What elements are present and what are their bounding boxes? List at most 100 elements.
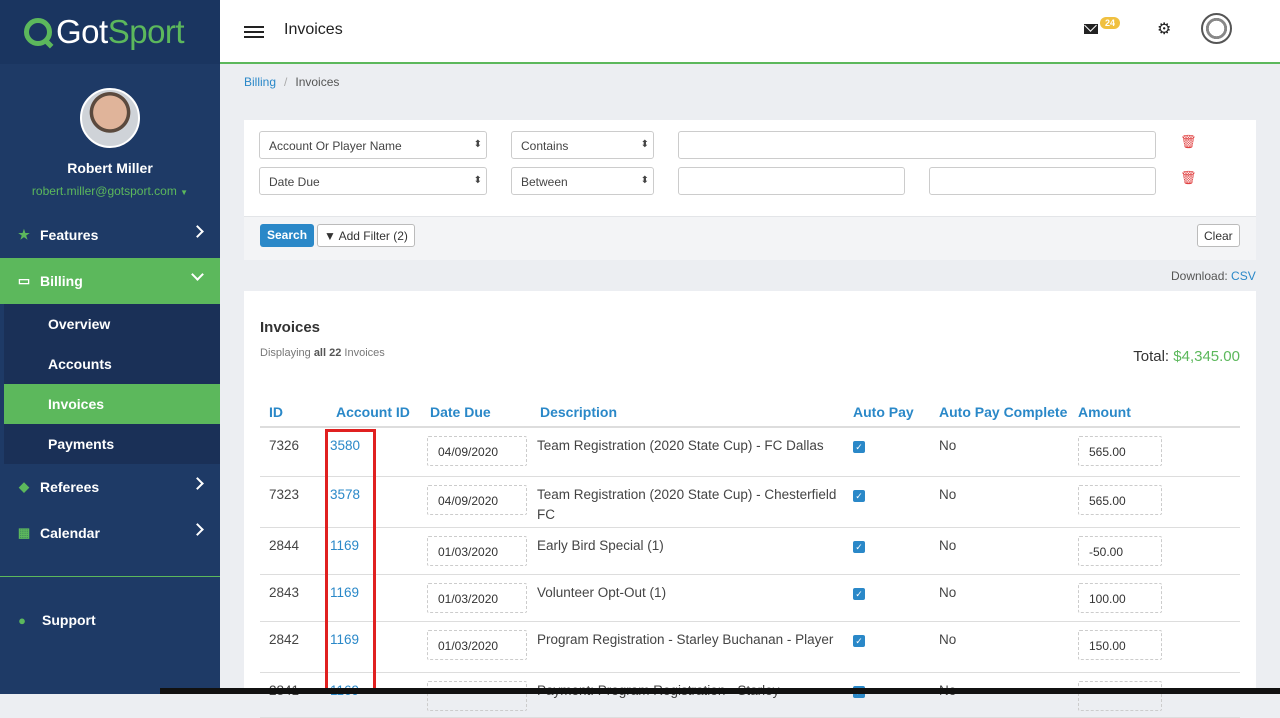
organization-seal-avatar[interactable] bbox=[1201, 13, 1232, 44]
auto-pay-checkbox[interactable]: ✓ bbox=[853, 489, 865, 502]
filter-operator-select-2[interactable]: Between bbox=[511, 167, 654, 195]
chevron-down-icon bbox=[191, 268, 204, 281]
invoice-description: Team Registration (2020 State Cup) - FC … bbox=[528, 427, 844, 477]
column-header-amount[interactable]: Amount bbox=[1069, 397, 1240, 428]
amount-input[interactable]: 100.00 bbox=[1078, 582, 1162, 613]
taskbar-strip bbox=[160, 688, 1280, 694]
breadcrumb: Billing / Invoices bbox=[244, 75, 339, 89]
add-filter-label: Add Filter (2) bbox=[338, 229, 408, 243]
sidebar-item-label: Referees bbox=[40, 479, 100, 495]
trash-icon[interactable]: 🗑 bbox=[1180, 170, 1197, 186]
filter-panel: Account Or Player Name Contains 🗑 Date D… bbox=[244, 120, 1256, 260]
table-row: 2841 1169 Payment: Program Registration … bbox=[260, 672, 1240, 718]
date-due-input[interactable]: 01/03/2020 bbox=[427, 582, 527, 613]
column-header-auto-pay[interactable]: Auto Pay bbox=[844, 397, 930, 428]
envelope-icon[interactable] bbox=[1084, 24, 1098, 34]
sidebar-item-support[interactable]: ● Support bbox=[0, 597, 220, 643]
count-suffix: Invoices bbox=[344, 347, 385, 359]
breadcrumb-separator: / bbox=[284, 75, 288, 89]
column-header-date-due[interactable]: Date Due bbox=[418, 397, 528, 428]
date-due-input[interactable]: 04/09/2020 bbox=[427, 484, 527, 515]
invoices-title: Invoices bbox=[260, 319, 321, 336]
sidebar-item-billing[interactable]: ▭ Billing bbox=[0, 258, 220, 304]
table-header-row: ID Account ID Date Due Description Auto … bbox=[260, 397, 1240, 428]
auto-pay-complete: No bbox=[930, 621, 1069, 673]
select-value: Date Due bbox=[269, 175, 320, 189]
invoices-total: Total: $4,345.00 bbox=[1133, 348, 1240, 365]
amount-input[interactable]: 150.00 bbox=[1078, 629, 1162, 660]
auto-pay-complete: No bbox=[930, 476, 1069, 528]
date-due-input[interactable] bbox=[427, 680, 527, 711]
chevron-right-icon bbox=[191, 477, 204, 490]
filter-date-to-input[interactable] bbox=[929, 167, 1156, 195]
amount-input[interactable]: 565.00 bbox=[1078, 436, 1162, 466]
chevron-right-icon bbox=[191, 225, 204, 238]
trash-icon[interactable]: 🗑 bbox=[1180, 134, 1197, 150]
date-due-input[interactable]: 01/03/2020 bbox=[427, 629, 527, 660]
sidebar-divider bbox=[0, 576, 220, 577]
count-value: all 22 bbox=[313, 347, 342, 359]
user-email-dropdown[interactable]: robert.miller@gotsport.com ▼ bbox=[0, 184, 220, 198]
sidebar-subitem-payments[interactable]: Payments bbox=[4, 424, 220, 464]
csv-download-link[interactable]: CSV bbox=[1231, 269, 1256, 283]
count-prefix: Displaying bbox=[260, 347, 311, 359]
column-header-id[interactable]: ID bbox=[260, 397, 324, 428]
filter-value-input-1[interactable] bbox=[678, 131, 1156, 159]
filter-date-from-input[interactable] bbox=[678, 167, 905, 195]
invoice-description: Payment: Program Registration - Starley bbox=[528, 672, 844, 718]
calendar-icon: ▦ bbox=[17, 525, 31, 540]
filter-field-select-2[interactable]: Date Due bbox=[259, 167, 487, 195]
top-bar: Invoices 24 ⚙ bbox=[220, 0, 1280, 64]
sidebar-subitem-label: Payments bbox=[48, 436, 115, 452]
logo-mark-icon bbox=[24, 18, 52, 46]
logo-text-sport: Sport bbox=[107, 13, 185, 50]
avatar[interactable] bbox=[80, 88, 140, 148]
amount-input[interactable]: 565.00 bbox=[1078, 484, 1162, 515]
column-header-description[interactable]: Description bbox=[528, 397, 844, 428]
table-row: 7326 3580 04/09/2020 Team Registration (… bbox=[260, 427, 1240, 477]
invoice-description: Early Bird Special (1) bbox=[528, 527, 844, 575]
table-row: 2844 1169 01/03/2020 Early Bird Special … bbox=[260, 527, 1240, 575]
sidebar-item-label: Support bbox=[42, 612, 96, 628]
auto-pay-complete: No bbox=[930, 672, 1069, 718]
auto-pay-complete: No bbox=[930, 574, 1069, 622]
sidebar-item-calendar[interactable]: ▦ Calendar bbox=[0, 510, 220, 556]
invoice-id: 2842 bbox=[260, 621, 324, 673]
clear-button[interactable]: Clear bbox=[1197, 224, 1240, 247]
star-icon: ★ bbox=[18, 227, 30, 242]
sidebar-item-referees[interactable]: ◆ Referees bbox=[0, 464, 220, 510]
gotsport-logo[interactable]: Got Sport bbox=[0, 0, 220, 64]
column-header-auto-pay-complete[interactable]: Auto Pay Complete bbox=[930, 397, 1069, 428]
amount-input[interactable] bbox=[1078, 680, 1162, 711]
select-value: Contains bbox=[521, 139, 569, 153]
search-button[interactable]: Search bbox=[260, 224, 315, 247]
column-header-account-id[interactable]: Account ID bbox=[324, 397, 418, 428]
auto-pay-checkbox[interactable]: ✓ bbox=[853, 441, 865, 453]
date-due-input[interactable]: 01/03/2020 bbox=[427, 535, 527, 566]
credit-card-icon: ▭ bbox=[17, 273, 31, 288]
hamburger-menu-icon[interactable] bbox=[244, 26, 264, 41]
breadcrumb-current: Invoices bbox=[295, 75, 340, 89]
sidebar-subitem-invoices[interactable]: Invoices bbox=[4, 384, 220, 424]
gear-icon[interactable]: ⚙ bbox=[1157, 19, 1171, 39]
question-circle-icon: ● bbox=[18, 612, 26, 628]
auto-pay-checkbox[interactable]: ✓ bbox=[853, 587, 865, 600]
sidebar-item-features[interactable]: ★ Features bbox=[0, 212, 220, 258]
add-filter-button[interactable]: ▼ Add Filter (2) bbox=[317, 224, 415, 247]
filter-field-select-1[interactable]: Account Or Player Name bbox=[259, 131, 487, 159]
sidebar-subitem-label: Overview bbox=[48, 316, 111, 332]
amount-input[interactable]: -50.00 bbox=[1078, 535, 1162, 566]
breadcrumb-billing-link[interactable]: Billing bbox=[244, 75, 276, 89]
auto-pay-complete: No bbox=[930, 527, 1069, 575]
sidebar-subitem-accounts[interactable]: Accounts bbox=[4, 344, 220, 384]
filter-operator-select-1[interactable]: Contains bbox=[511, 131, 654, 159]
total-label: Total: bbox=[1133, 348, 1170, 365]
auto-pay-checkbox[interactable]: ✓ bbox=[853, 634, 865, 647]
filter-icon: ▼ bbox=[324, 229, 336, 243]
date-due-input[interactable]: 04/09/2020 bbox=[427, 436, 527, 466]
sidebar: Got Sport Robert Miller robert.miller@got… bbox=[0, 0, 220, 694]
auto-pay-checkbox[interactable]: ✓ bbox=[853, 540, 865, 553]
table-row: 2843 1169 01/03/2020 Volunteer Opt-Out (… bbox=[260, 574, 1240, 622]
invoice-description: Team Registration (2020 State Cup) - Che… bbox=[528, 476, 844, 528]
sidebar-subitem-overview[interactable]: Overview bbox=[4, 304, 220, 344]
